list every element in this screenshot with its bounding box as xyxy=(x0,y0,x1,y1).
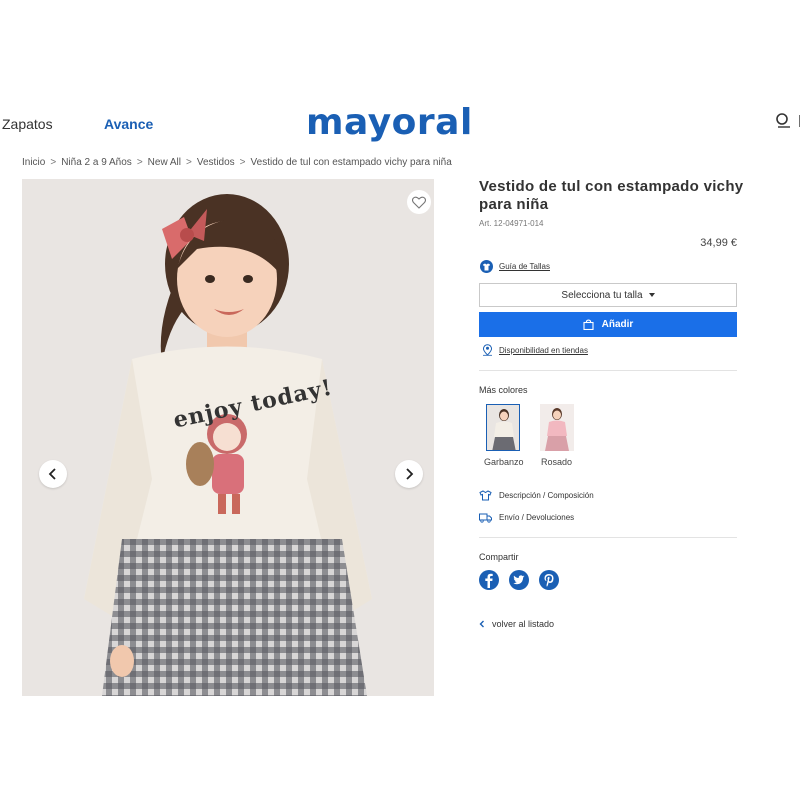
size-select[interactable]: Selecciona tu talla xyxy=(479,283,737,307)
swatch-label-garbanzo: Garbanzo xyxy=(484,457,524,467)
product-title: Vestido de tul con estampado vichy para … xyxy=(479,178,744,213)
product-photo xyxy=(22,179,434,696)
breadcrumb-vestidos[interactable]: Vestidos xyxy=(197,157,235,168)
size-guide-label: Guía de Tallas xyxy=(499,262,550,271)
caret-down-icon xyxy=(648,293,655,297)
shirt-icon xyxy=(480,260,493,273)
swatch-garbanzo-thumbnail xyxy=(487,405,519,450)
product-price: 34,99 € xyxy=(700,237,737,249)
gallery-prev-button[interactable] xyxy=(39,460,67,488)
heart-icon xyxy=(412,196,426,209)
color-swatch-rosado[interactable] xyxy=(540,404,574,451)
search-icon xyxy=(776,113,800,128)
share-label: Compartir xyxy=(479,552,519,562)
brand-logo[interactable]: mayoral xyxy=(306,102,473,143)
breadcrumb-separator: > xyxy=(186,157,192,168)
twitter-icon xyxy=(513,575,525,585)
bag-icon xyxy=(583,319,594,330)
truck-icon xyxy=(479,513,492,523)
breadcrumb-nina[interactable]: Niña 2 a 9 Años xyxy=(61,157,132,168)
more-colors-label: Más colores xyxy=(479,385,528,395)
swatch-rosado-thumbnail xyxy=(540,404,574,451)
breadcrumb-new-all[interactable]: New All xyxy=(148,157,181,168)
description-composition-link[interactable]: Descripción / Composición xyxy=(479,490,594,501)
shirt-icon xyxy=(479,490,492,501)
nav-link-avance[interactable]: Avance xyxy=(104,116,153,132)
add-to-cart-label: Añadir xyxy=(601,319,634,330)
shipping-returns-label: Envío / Devoluciones xyxy=(499,513,575,522)
favorite-button[interactable] xyxy=(407,190,431,214)
location-pin-icon xyxy=(482,344,493,356)
divider xyxy=(479,537,737,538)
nav-link-zapatos[interactable]: Zapatos xyxy=(2,116,53,132)
breadcrumb: Inicio > Niña 2 a 9 Años > New All > Vestidos >… xyxy=(22,157,452,168)
size-select-label: Selecciona tu talla xyxy=(561,289,643,301)
store-availability-label: Disponibilidad en tiendas xyxy=(499,345,588,355)
back-to-list-label: volver al listado xyxy=(492,619,555,629)
gallery-next-button[interactable] xyxy=(395,460,423,488)
description-composition-label: Descripción / Composición xyxy=(499,491,594,500)
breadcrumb-separator: > xyxy=(50,157,57,168)
shipping-returns-link[interactable]: Envío / Devoluciones xyxy=(479,512,574,523)
chevron-right-icon xyxy=(406,468,414,480)
divider xyxy=(479,370,737,371)
breadcrumb-inicio[interactable]: Inicio xyxy=(22,157,45,168)
article-number: Art. 12-04971-014 xyxy=(479,219,544,228)
back-to-list-link[interactable]: volver al listado xyxy=(479,619,554,629)
chevron-left-icon xyxy=(479,620,484,628)
size-guide-link[interactable]: Guía de Tallas xyxy=(480,260,550,273)
breadcrumb-separator: > xyxy=(239,157,246,168)
breadcrumb-separator: > xyxy=(136,157,143,168)
add-to-cart-button[interactable]: Añadir xyxy=(479,312,737,337)
breadcrumb-current: Vestido de tul con estampado vichy para … xyxy=(250,157,452,168)
color-swatch-garbanzo[interactable] xyxy=(486,404,520,451)
search-button[interactable] xyxy=(774,112,800,132)
swatch-label-rosado: Rosado xyxy=(541,457,573,467)
store-availability-link[interactable]: Disponibilidad en tiendas xyxy=(482,344,588,356)
share-pinterest-button[interactable] xyxy=(539,570,559,590)
facebook-icon xyxy=(485,573,493,588)
pinterest-icon xyxy=(544,574,554,587)
share-facebook-button[interactable] xyxy=(479,570,499,590)
share-twitter-button[interactable] xyxy=(509,570,529,590)
chevron-left-icon xyxy=(48,468,56,480)
product-image-gallery[interactable]: enjoy today! xyxy=(22,179,434,696)
